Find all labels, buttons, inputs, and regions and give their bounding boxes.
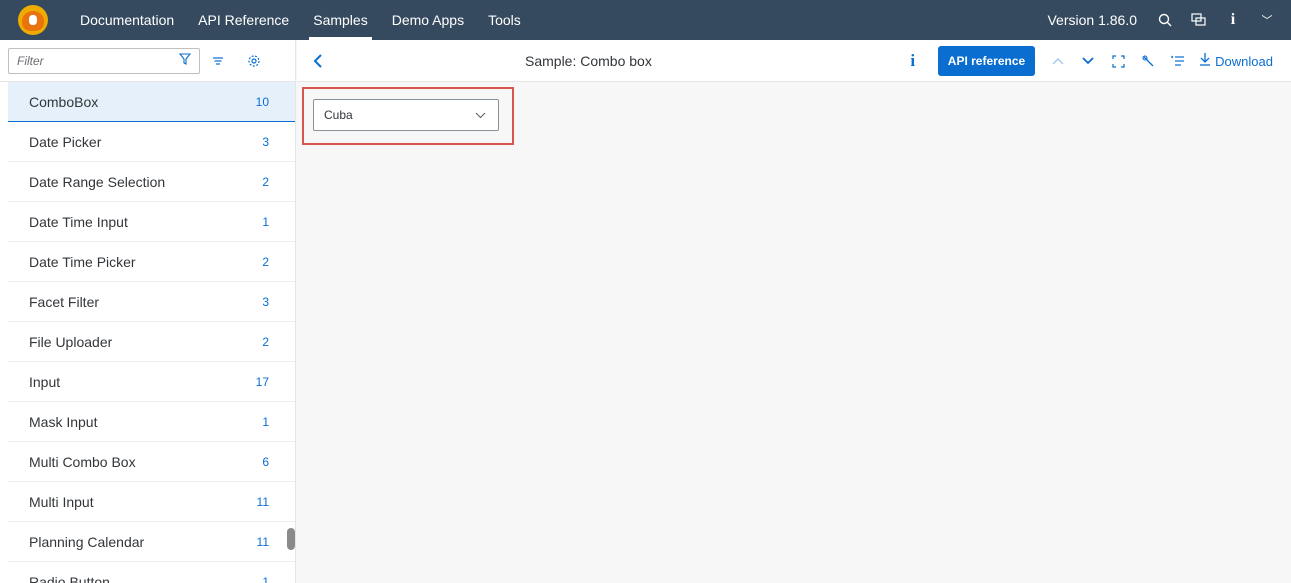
- list-item[interactable]: Mask Input 1: [8, 402, 295, 442]
- sample-list: ComboBox 10 Date Picker 3 Date Range Selecti…: [0, 82, 295, 583]
- nav-demo-apps[interactable]: Demo Apps: [380, 0, 476, 40]
- list-item[interactable]: Radio Button 1: [8, 562, 295, 583]
- list-item-label: Radio Button: [29, 573, 110, 583]
- list-item-count: 11: [256, 534, 269, 549]
- list-item[interactable]: Date Picker 3: [8, 122, 295, 162]
- chevron-down-icon[interactable]: [1073, 40, 1103, 82]
- sort-icon[interactable]: [200, 46, 236, 76]
- chevron-down-icon[interactable]: ﹀: [1253, 0, 1281, 40]
- info-icon[interactable]: i: [898, 51, 928, 71]
- list-item-count: 6: [262, 454, 269, 469]
- list-item-count: 3: [262, 294, 269, 309]
- list-item-count: 1: [262, 574, 269, 583]
- list-item-label: Facet Filter: [29, 293, 100, 310]
- list-item-label: Multi Combo Box: [29, 453, 136, 470]
- shell-bar: Documentation API Reference Samples Demo…: [0, 0, 1291, 40]
- list-item-label: File Uploader: [29, 333, 113, 350]
- list-item-label: Mask Input: [29, 413, 98, 430]
- download-label: Download: [1215, 53, 1273, 69]
- download-button[interactable]: Download: [1199, 52, 1273, 70]
- back-chevron-icon[interactable]: [301, 40, 335, 82]
- filter-funnel-icon[interactable]: [178, 53, 192, 68]
- list-item[interactable]: ComboBox 10: [8, 82, 295, 122]
- chevron-down-icon[interactable]: [475, 108, 486, 122]
- filter-bar: Filter: [0, 40, 295, 82]
- list-item-label: Date Range Selection: [29, 173, 166, 190]
- list-item[interactable]: File Uploader 2: [8, 322, 295, 362]
- list-item-count: 17: [255, 374, 269, 389]
- list-item-label: ComboBox: [29, 93, 99, 110]
- sample-title: Sample: Combo box: [525, 53, 652, 69]
- list-item[interactable]: Date Time Input 1: [8, 202, 295, 242]
- feedback-icon[interactable]: [1185, 0, 1213, 40]
- list-item-count: 2: [262, 174, 269, 189]
- sample-toolbar: Sample: Combo box i API reference Downlo…: [297, 40, 1291, 82]
- list-item[interactable]: Multi Input 11: [8, 482, 295, 522]
- list-item[interactable]: Planning Calendar 11: [8, 522, 295, 562]
- filter-input[interactable]: Filter: [8, 47, 200, 74]
- code-list-icon[interactable]: [1163, 40, 1193, 82]
- wrench-icon[interactable]: [1133, 40, 1163, 82]
- list-item[interactable]: Input 17: [8, 362, 295, 402]
- list-item-count: 1: [262, 214, 269, 229]
- list-item-label: Date Time Input: [29, 213, 128, 230]
- filter-placeholder: Filter: [17, 53, 44, 68]
- list-item-count: 11: [256, 494, 269, 509]
- search-icon[interactable]: [1151, 0, 1179, 40]
- list-item[interactable]: Date Range Selection 2: [8, 162, 295, 202]
- api-reference-button[interactable]: API reference: [937, 46, 1036, 76]
- nav-tools[interactable]: Tools: [476, 0, 533, 40]
- chevron-up-icon[interactable]: [1043, 40, 1073, 82]
- fullscreen-icon[interactable]: [1103, 40, 1133, 82]
- version-label: Version 1.86.0: [1047, 12, 1137, 28]
- list-item-label: Date Picker: [29, 133, 102, 150]
- nav-api-reference[interactable]: API Reference: [186, 0, 301, 40]
- nav-documentation[interactable]: Documentation: [68, 0, 186, 40]
- list-item-label: Multi Input: [29, 493, 94, 510]
- settings-gear-icon[interactable]: [236, 46, 272, 76]
- nav-samples[interactable]: Samples: [301, 0, 379, 40]
- list-item-count: 2: [262, 334, 269, 349]
- download-icon: [1199, 52, 1211, 70]
- list-item-count: 3: [262, 134, 269, 149]
- combo-box-value: Cuba: [324, 108, 353, 122]
- info-icon[interactable]: i: [1219, 0, 1247, 40]
- list-item-label: Date Time Picker: [29, 253, 136, 270]
- list-item[interactable]: Facet Filter 3: [8, 282, 295, 322]
- list-item[interactable]: Multi Combo Box 6: [8, 442, 295, 482]
- sidebar: Filter ComboBox 10 Date Picker 3 Date Range …: [0, 40, 296, 583]
- combo-box[interactable]: Cuba: [313, 99, 499, 131]
- list-item-count: 2: [262, 254, 269, 269]
- list-item[interactable]: Date Time Picker 2: [8, 242, 295, 282]
- sample-content: Cuba: [297, 83, 1291, 583]
- list-item-count: 10: [255, 94, 269, 109]
- list-item-label: Input: [29, 373, 61, 390]
- list-item-label: Planning Calendar: [29, 533, 145, 550]
- scrollbar-thumb[interactable]: [287, 528, 295, 550]
- list-item-count: 1: [262, 414, 269, 429]
- logo-icon[interactable]: [18, 5, 48, 35]
